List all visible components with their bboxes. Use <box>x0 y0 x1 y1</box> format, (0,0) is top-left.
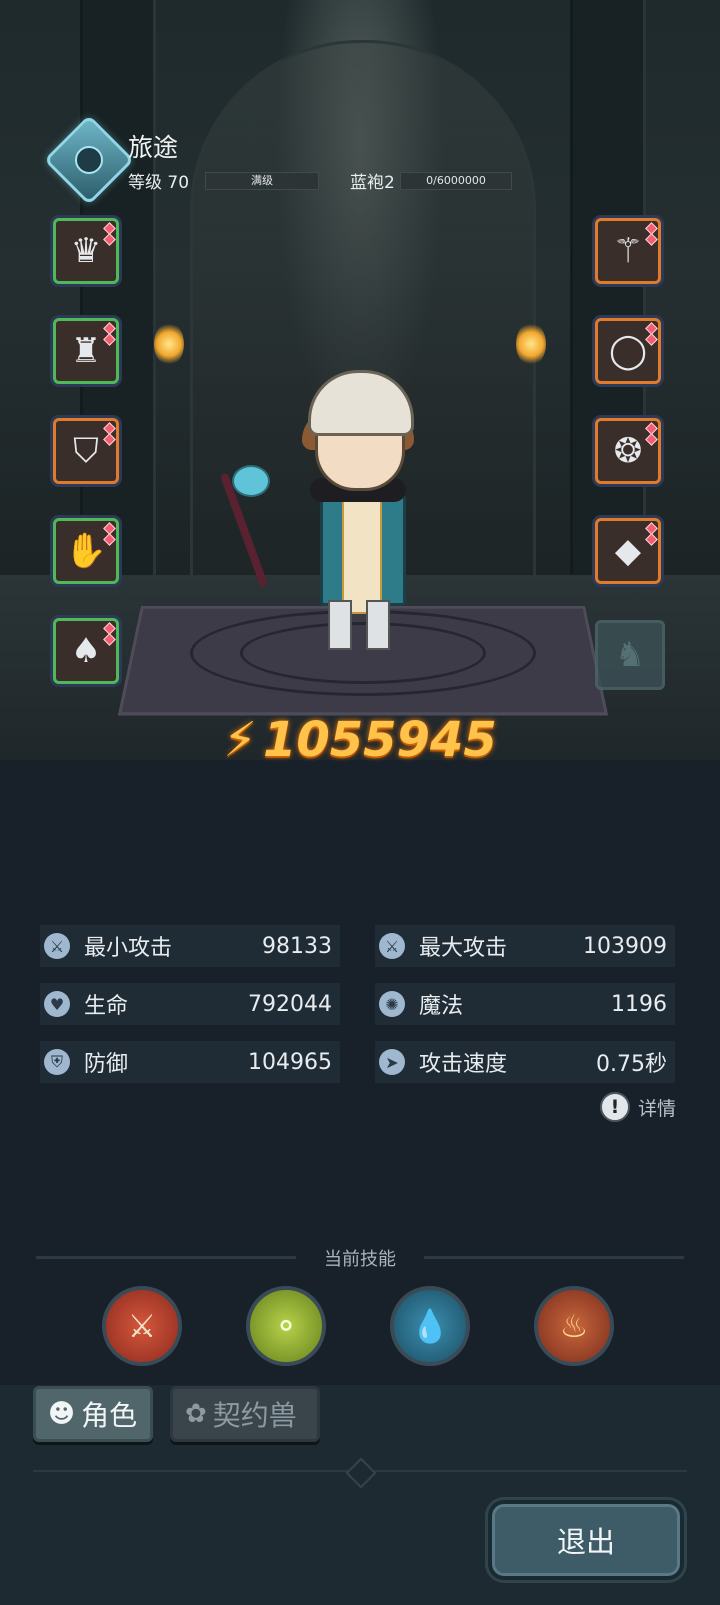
amulet-icon: ◆ <box>614 531 642 571</box>
stat-label: 最大攻击 <box>419 936 508 961</box>
equip-slot-cloak[interactable]: ♠ <box>53 618 119 684</box>
robe-icon: ♜ <box>70 331 102 371</box>
tab-character[interactable]: ☻ 角色 <box>33 1386 153 1442</box>
rank-label: 蓝袍2 <box>350 173 395 193</box>
stat-value: 0.75秒 <box>596 1052 667 1077</box>
hero-helm <box>308 370 414 436</box>
level-label: 等级 70 <box>128 173 190 193</box>
skill-glyph: ♨ <box>559 1307 589 1345</box>
info-icon: ! <box>600 1092 630 1122</box>
hero-character[interactable] <box>290 360 430 660</box>
staff-icon: ⚚ <box>612 231 644 271</box>
equip-slot-weapon[interactable]: ⚚ <box>595 218 661 284</box>
stat-value: 792044 <box>248 991 332 1017</box>
equip-slot-gloves[interactable]: ✋ <box>53 518 119 584</box>
power-bolt-icon: ⚡ <box>223 712 257 768</box>
stat-label: 防御 <box>84 1052 129 1077</box>
character-tab-icon: ☻ <box>48 1399 76 1429</box>
cloak-icon: ♠ <box>70 631 102 671</box>
horned-helmet-icon: ♛ <box>70 231 102 271</box>
equip-slot-armor[interactable]: ♜ <box>53 318 119 384</box>
hero-legs <box>328 600 390 650</box>
skills-title: 当前技能 <box>324 1249 396 1270</box>
right-torch-icon <box>516 322 546 366</box>
stat-attack-speed: ➤ 攻击速度 0.75秒 <box>375 1041 675 1083</box>
equip-slot-necklace[interactable]: ❂ <box>595 418 661 484</box>
speed-icon: ➤ <box>379 1049 405 1075</box>
level-bar: 满级 <box>205 172 319 190</box>
combat-power: ⚡ 1055945 <box>0 712 720 768</box>
stat-label: 最小攻击 <box>84 936 173 961</box>
swords-icon: ⚔ <box>379 933 405 959</box>
equip-slot-boots[interactable]: ⛉ <box>53 418 119 484</box>
stat-min-attack: ⚔ 最小攻击 98133 <box>40 925 340 967</box>
equip-slot-amulet[interactable]: ◆ <box>595 518 661 584</box>
right-pillar <box>570 0 646 600</box>
water-shield-skill-icon[interactable]: 💧 <box>390 1286 470 1366</box>
stat-max-attack: ⚔ 最大攻击 103909 <box>375 925 675 967</box>
crossed-axes-skill-icon[interactable]: ⚔ <box>102 1286 182 1366</box>
hero-apron <box>342 500 382 614</box>
tab-label: 契约兽 <box>212 1399 297 1432</box>
equip-slot-ring[interactable]: ◯ <box>595 318 661 384</box>
mount-slot-icon[interactable]: ♞ <box>595 620 665 690</box>
skill-glyph: ⚬ <box>272 1307 300 1345</box>
hero-staff-orb <box>232 465 270 497</box>
flame-shield-skill-icon[interactable]: ♨ <box>534 1286 614 1366</box>
stat-hp: ♥ 生命 792044 <box>40 983 340 1025</box>
magic-icon: ✺ <box>379 991 405 1017</box>
exit-button[interactable]: 退出 <box>488 1500 684 1580</box>
stat-mp: ✺ 魔法 1196 <box>375 983 675 1025</box>
class-name: 旅途 <box>128 133 179 162</box>
equip-slot-helmet[interactable]: ♛ <box>53 218 119 284</box>
stat-label: 生命 <box>84 994 129 1019</box>
skill-glyph: ⚔ <box>127 1307 157 1345</box>
boots-icon: ⛉ <box>73 431 99 471</box>
tab-label: 角色 <box>81 1399 138 1432</box>
sword-icon: ⚔ <box>44 933 70 959</box>
rank-progress-bar: 0/6000000 <box>400 172 512 190</box>
left-pillar <box>80 0 156 600</box>
skill-glyph: 💧 <box>410 1307 450 1345</box>
stat-value: 1196 <box>611 991 667 1017</box>
stat-value: 104965 <box>248 1049 332 1075</box>
stat-label: 魔法 <box>419 994 464 1019</box>
stat-label: 攻击速度 <box>419 1052 508 1077</box>
orbs-skill-icon[interactable]: ⚬ <box>246 1286 326 1366</box>
left-torch-icon <box>154 322 184 366</box>
stat-value: 98133 <box>262 933 332 959</box>
necklace-icon: ❂ <box>613 431 643 471</box>
details-label: 详情 <box>638 1097 677 1120</box>
tab-contract-beast[interactable]: ✿ 契约兽 <box>170 1386 320 1442</box>
ring-icon: ◯ <box>608 331 648 371</box>
heart-icon: ♥ <box>44 991 70 1017</box>
paw-tab-icon: ✿ <box>185 1399 207 1429</box>
bracer-icon: ✋ <box>64 531 108 571</box>
combat-power-value: 1055945 <box>262 712 497 768</box>
stat-value: 103909 <box>583 933 667 959</box>
stat-defense: ⛨ 防御 104965 <box>40 1041 340 1083</box>
class-emblem-core <box>75 146 103 174</box>
shield-icon: ⛨ <box>44 1049 70 1075</box>
details-link[interactable]: ! 详情 <box>600 1092 676 1122</box>
